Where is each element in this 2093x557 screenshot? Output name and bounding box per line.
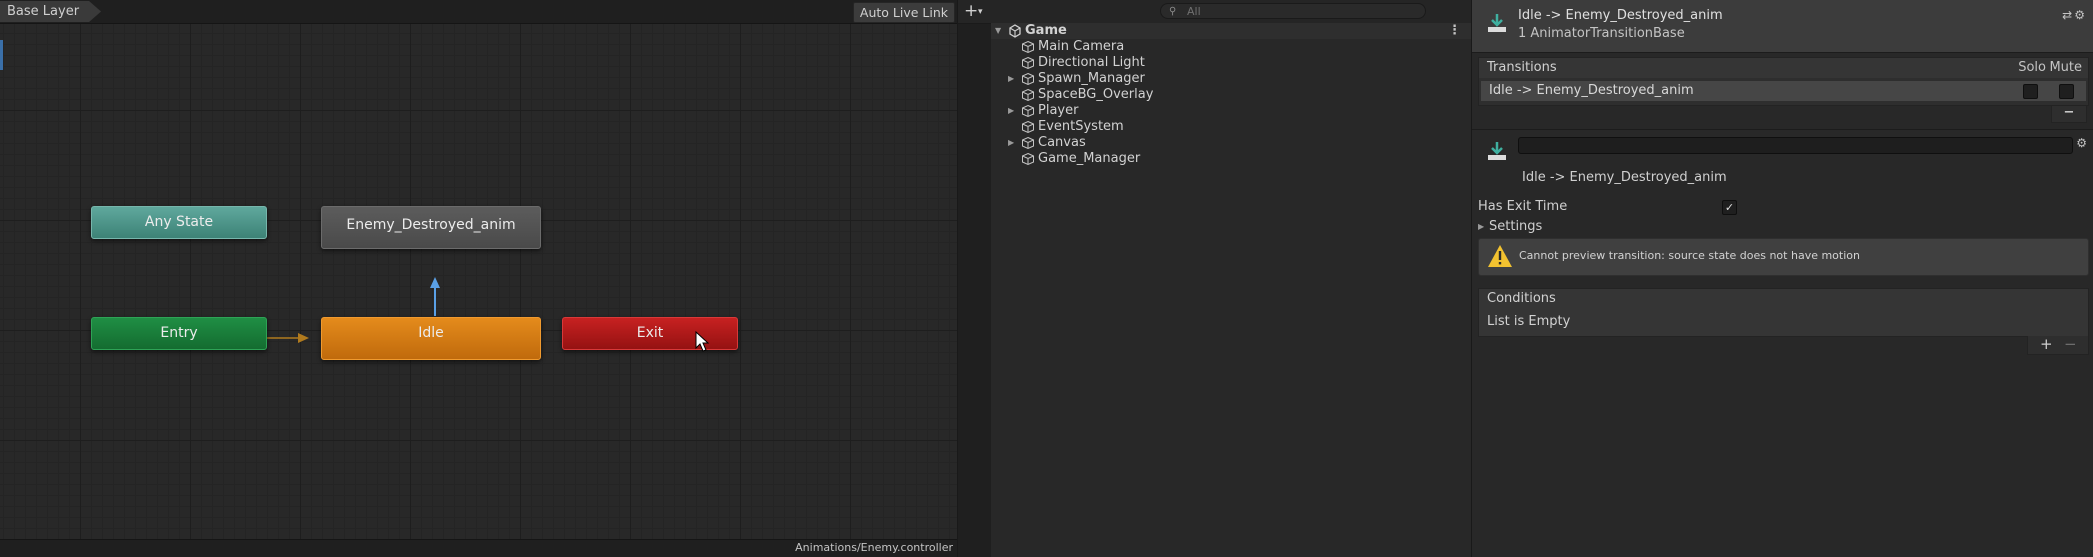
preset-icon[interactable]: ⇄ [2062, 8, 2074, 22]
has-exit-time-label: Has Exit Time [1478, 199, 1568, 214]
header-tools: ⇄⚙ [2062, 8, 2087, 22]
gameobject-cube-icon [1022, 40, 1034, 54]
warning-icon [1488, 245, 1512, 267]
transition-list-item[interactable]: Idle -> Enemy_Destroyed_anim [1481, 81, 2086, 101]
expand-arrow-icon[interactable]: ▶ [1008, 103, 1014, 119]
conditions-buttons: + − [2027, 336, 2089, 355]
scene-row-game[interactable]: ▼ Game ⋮ [991, 23, 1471, 39]
search-placeholder: All [1187, 5, 1201, 18]
solo-column-label: Solo [2018, 60, 2046, 75]
animator-window: Base Layer Auto Live Link Any State Enem… [0, 0, 957, 557]
exit-node[interactable]: Exit [562, 317, 738, 350]
controller-path: Animations/Enemy.controller [795, 541, 953, 554]
animator-graph-canvas[interactable] [0, 24, 957, 540]
hierarchy-toolbar: + ▾ ⚲ All [958, 0, 1471, 24]
create-dropdown-button[interactable]: + ▾ [964, 2, 990, 21]
inspector-title: Idle -> Enemy_Destroyed_anim [1518, 8, 1723, 23]
unity-scene-icon [1009, 24, 1021, 38]
gear-icon[interactable]: ⚙ [2074, 8, 2087, 22]
auto-live-link-button[interactable]: Auto Live Link [852, 2, 955, 23]
transition-name-label: Idle -> Enemy_Destroyed_anim [1522, 170, 1727, 185]
hierarchy-item-main-camera[interactable]: Main Camera [991, 39, 1471, 55]
mouse-cursor-icon [695, 331, 710, 352]
gameobject-cube-icon [1022, 88, 1034, 102]
remove-condition-button[interactable]: − [2064, 336, 2077, 352]
gameobject-cube-icon [1022, 56, 1034, 70]
transitions-header-label: Transitions [1487, 60, 1557, 75]
mute-checkbox[interactable] [2059, 84, 2074, 99]
animator-toolbar: Base Layer Auto Live Link [0, 0, 957, 24]
expand-arrow-icon[interactable]: ▼ [995, 23, 1001, 39]
hierarchy-item-label: Spawn_Manager [1038, 71, 1145, 86]
settings-foldout[interactable]: ▶ Settings [1478, 218, 2089, 236]
hierarchy-item-player[interactable]: ▶ Player [991, 103, 1471, 119]
gameobject-cube-icon [1022, 72, 1034, 86]
hierarchy-item-game-manager[interactable]: Game_Manager [991, 151, 1471, 167]
breadcrumb-base-layer[interactable]: Base Layer [0, 1, 101, 22]
gear-icon[interactable]: ⚙ [2076, 136, 2087, 150]
animator-status-bar: Animations/Enemy.controller [0, 539, 957, 557]
warning-helpbox: Cannot preview transition: source state … [1478, 238, 2089, 276]
transitions-list-header: Transitions Solo Mute [1478, 57, 2089, 79]
gameobject-cube-icon [1022, 136, 1034, 150]
gameobject-cube-icon [1022, 152, 1034, 166]
enemy-destroyed-state-node[interactable]: Enemy_Destroyed_anim [321, 206, 541, 249]
hierarchy-search-input[interactable]: ⚲ All [1160, 3, 1426, 19]
has-exit-time-checkbox[interactable]: ✓ [1722, 200, 1737, 215]
warning-text: Cannot preview transition: source state … [1519, 249, 1860, 262]
expand-arrow-icon[interactable]: ▶ [1008, 71, 1014, 87]
inspector-subtitle: 1 AnimatorTransitionBase [1518, 26, 1685, 41]
transition-icon [1488, 14, 1506, 32]
conditions-header: Conditions [1478, 288, 2089, 310]
settings-label: Settings [1489, 219, 1543, 234]
plus-icon: + [964, 1, 979, 21]
hierarchy-item-label: EventSystem [1038, 119, 1124, 134]
hierarchy-item-label: Canvas [1038, 135, 1086, 150]
mute-column-label: Mute [2049, 60, 2082, 75]
gameobject-cube-icon [1022, 104, 1034, 118]
transition-icon [1488, 142, 1506, 160]
entry-node[interactable]: Entry [91, 317, 267, 350]
has-exit-time-row: Has Exit Time ✓ [1478, 198, 2089, 216]
hierarchy-window: + ▾ ⚲ All ▼ Game ⋮ Main Camera Directiona… [958, 0, 1471, 557]
foldout-arrow-icon[interactable]: ▶ [1478, 218, 1484, 236]
hierarchy-item-label: Player [1038, 103, 1079, 118]
any-state-node[interactable]: Any State [91, 206, 267, 239]
scene-label: Game [1025, 23, 1067, 38]
inspector-window: Idle -> Enemy_Destroyed_anim 1 AnimatorT… [1472, 0, 2093, 557]
expand-arrow-icon[interactable]: ▶ [1008, 135, 1014, 151]
section-divider [1472, 129, 2093, 130]
inspector-header: Idle -> Enemy_Destroyed_anim 1 AnimatorT… [1472, 0, 2093, 53]
chevron-down-icon: ▾ [978, 7, 983, 17]
conditions-list: List is Empty [1478, 309, 2089, 337]
hierarchy-item-canvas[interactable]: ▶ Canvas [991, 135, 1471, 151]
idle-state-node[interactable]: Idle [321, 317, 541, 360]
hierarchy-item-spacebg-overlay[interactable]: SpaceBG_Overlay [991, 87, 1471, 103]
hierarchy-item-label: Game_Manager [1038, 151, 1141, 166]
hierarchy-item-spawn-manager[interactable]: ▶ Spawn_Manager [991, 71, 1471, 87]
hierarchy-item-label: Directional Light [1038, 55, 1145, 70]
graph-selection-marker [0, 40, 3, 70]
search-icon: ⚲ [1169, 6, 1177, 17]
transition-item-label: Idle -> Enemy_Destroyed_anim [1489, 83, 1694, 98]
solo-checkbox[interactable] [2023, 84, 2038, 99]
transitions-list: Idle -> Enemy_Destroyed_anim [1478, 78, 2089, 106]
transition-name-input[interactable] [1518, 137, 2073, 154]
remove-transition-button[interactable]: − [2051, 106, 2087, 123]
gameobject-cube-icon [1022, 120, 1034, 134]
hierarchy-gutter [958, 24, 991, 557]
hierarchy-item-label: Main Camera [1038, 39, 1125, 54]
add-condition-button[interactable]: + [2040, 336, 2053, 352]
hierarchy-item-eventsystem[interactable]: EventSystem [991, 119, 1471, 135]
kebab-menu-icon[interactable]: ⋮ [1448, 23, 1461, 39]
hierarchy-item-label: SpaceBG_Overlay [1038, 87, 1154, 102]
hierarchy-item-directional-light[interactable]: Directional Light [991, 55, 1471, 71]
